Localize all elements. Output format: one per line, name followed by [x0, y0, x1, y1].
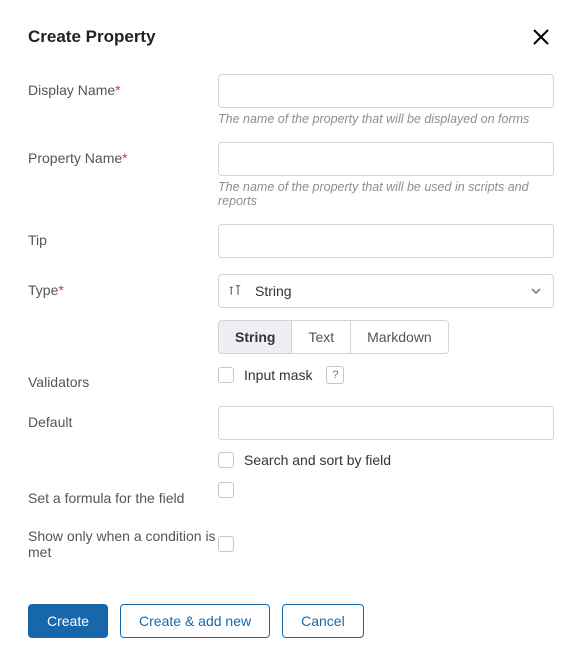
- default-input[interactable]: [218, 406, 554, 440]
- required-marker: *: [122, 150, 127, 166]
- input-mask-checkbox[interactable]: [218, 367, 234, 383]
- create-add-new-button[interactable]: Create & add new: [120, 604, 270, 638]
- close-button[interactable]: [528, 24, 554, 50]
- help-icon[interactable]: ?: [326, 366, 344, 384]
- property-name-label-text: Property Name: [28, 150, 122, 166]
- type-select[interactable]: String: [218, 274, 554, 308]
- condition-row: Show only when a condition is met: [28, 526, 554, 560]
- display-name-label-text: Display Name: [28, 82, 115, 98]
- tip-label: Tip: [28, 224, 218, 248]
- type-segment: String Text Markdown: [218, 320, 449, 354]
- default-row: Default Search and sort by field: [28, 406, 554, 482]
- dialog-title: Create Property: [28, 27, 156, 47]
- validators-label: Validators: [28, 366, 218, 390]
- type-label: Type*: [28, 274, 218, 298]
- property-name-helper: The name of the property that will be us…: [218, 180, 554, 208]
- create-property-dialog: Create Property Display Name* The name o…: [0, 0, 582, 662]
- required-marker: *: [115, 82, 120, 98]
- condition-label: Show only when a condition is met: [28, 526, 218, 560]
- type-seg-text[interactable]: Text: [292, 321, 351, 353]
- property-name-label: Property Name*: [28, 142, 218, 166]
- formula-checkbox[interactable]: [218, 482, 234, 498]
- search-sort-checkbox[interactable]: [218, 452, 234, 468]
- formula-row: Set a formula for the field: [28, 482, 554, 506]
- display-name-input[interactable]: [218, 74, 554, 108]
- cancel-button[interactable]: Cancel: [282, 604, 364, 638]
- dialog-footer: Create Create & add new Cancel: [28, 604, 554, 638]
- type-seg-markdown[interactable]: Markdown: [351, 321, 448, 353]
- string-type-icon: [229, 284, 247, 298]
- validators-row: Validators Input mask ?: [28, 366, 554, 390]
- display-name-helper-row: The name of the property that will be di…: [28, 112, 554, 126]
- display-name-helper: The name of the property that will be di…: [218, 112, 554, 126]
- dialog-header: Create Property: [28, 24, 554, 50]
- type-label-text: Type: [28, 282, 58, 298]
- dialog-body: Display Name* The name of the property t…: [28, 74, 554, 568]
- tip-input[interactable]: [218, 224, 554, 258]
- condition-checkbox[interactable]: [218, 536, 234, 552]
- chevron-down-icon: [529, 284, 543, 298]
- property-name-input[interactable]: [218, 142, 554, 176]
- input-mask-label: Input mask: [244, 367, 312, 383]
- formula-label: Set a formula for the field: [28, 482, 218, 506]
- close-icon: [532, 28, 550, 46]
- property-name-row: Property Name*: [28, 142, 554, 176]
- display-name-label: Display Name*: [28, 74, 218, 98]
- type-selected-value: String: [255, 283, 292, 299]
- create-button[interactable]: Create: [28, 604, 108, 638]
- type-seg-string[interactable]: String: [219, 321, 292, 353]
- display-name-row: Display Name*: [28, 74, 554, 108]
- default-label: Default: [28, 406, 218, 430]
- type-row: Type* String String Text Markdown: [28, 274, 554, 354]
- property-name-helper-row: The name of the property that will be us…: [28, 180, 554, 208]
- required-marker: *: [58, 282, 63, 298]
- search-sort-label: Search and sort by field: [244, 452, 391, 468]
- tip-row: Tip: [28, 224, 554, 258]
